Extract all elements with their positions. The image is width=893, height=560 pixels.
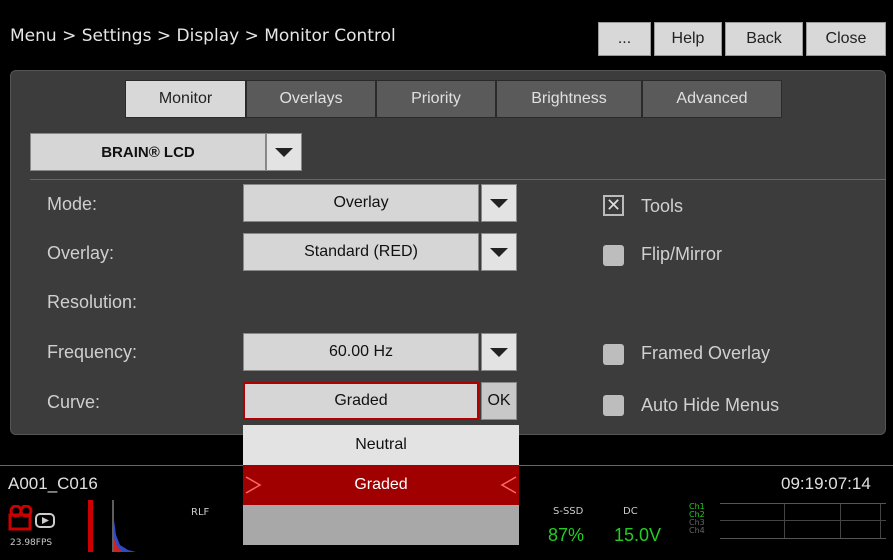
check-icon: ✕ [605,195,622,215]
overlay-label: Overlay: [47,243,115,263]
record-level-meter [88,500,93,552]
frequency-label: Frequency: [47,342,138,362]
flip-mirror-checkbox[interactable] [603,245,624,266]
timecode: 09:19:07:14 [781,474,871,493]
divider [30,179,886,180]
curve-option-graded[interactable]: Graded [243,465,519,505]
fps-label: 23.98FPS [10,538,53,548]
frequency-chevron-down-icon[interactable] [481,333,517,371]
mode-select[interactable]: Overlay [243,184,479,222]
frequency-select[interactable]: 60.00 Hz [243,333,479,371]
close-button[interactable]: Close [806,22,886,56]
mode-chevron-down-icon[interactable] [481,184,517,222]
tab-monitor[interactable]: Monitor [125,80,246,118]
audio-meters [720,503,886,539]
camera-record-icon [8,504,58,533]
curve-label: Curve: [47,392,101,412]
channel-4-label: Ch4 [689,526,705,535]
curve-option-neutral[interactable]: Neutral [243,425,519,465]
overlay-chevron-down-icon[interactable] [481,233,517,271]
curve-select[interactable]: Graded [243,382,479,420]
resolution-label: Resolution: [47,292,138,312]
tools-label: Tools [641,196,684,216]
media-value: 87% [548,525,585,545]
selection-left-marker-icon [244,475,262,500]
flip-mirror-label: Flip/Mirror [641,244,722,264]
device-select-chevron-down-icon[interactable] [266,133,302,171]
tab-brightness[interactable]: Brightness [496,80,642,118]
mode-label: Mode: [47,194,98,214]
tab-advanced[interactable]: Advanced [642,80,782,118]
curve-option-empty[interactable] [243,505,519,545]
curve-ok-button[interactable]: OK [481,382,517,420]
dc-label: DC [623,506,638,517]
breadcrumb: Menu > Settings > Display > Monitor Cont… [10,26,396,46]
clip-name: A001_C016 [8,474,98,493]
overlay-select[interactable]: Standard (RED) [243,233,479,271]
rlf-label: RLF [191,507,210,518]
dc-value: 15.0V [614,525,662,545]
histogram [108,500,138,552]
tab-overlays[interactable]: Overlays [246,80,376,118]
selection-right-marker-icon [500,475,518,500]
back-button[interactable]: Back [725,22,803,56]
auto-hide-menus-checkbox[interactable] [603,395,624,416]
auto-hide-menus-label: Auto Hide Menus [641,395,780,415]
help-button[interactable]: Help [654,22,722,56]
tab-priority[interactable]: Priority [376,80,496,118]
media-label: S-SSD [553,506,584,517]
framed-overlay-checkbox[interactable] [603,344,624,365]
tools-checkbox[interactable]: ✕ [603,195,624,216]
framed-overlay-label: Framed Overlay [641,343,771,363]
device-select[interactable]: BRAIN® LCD [30,133,266,171]
more-button[interactable]: ... [598,22,651,56]
